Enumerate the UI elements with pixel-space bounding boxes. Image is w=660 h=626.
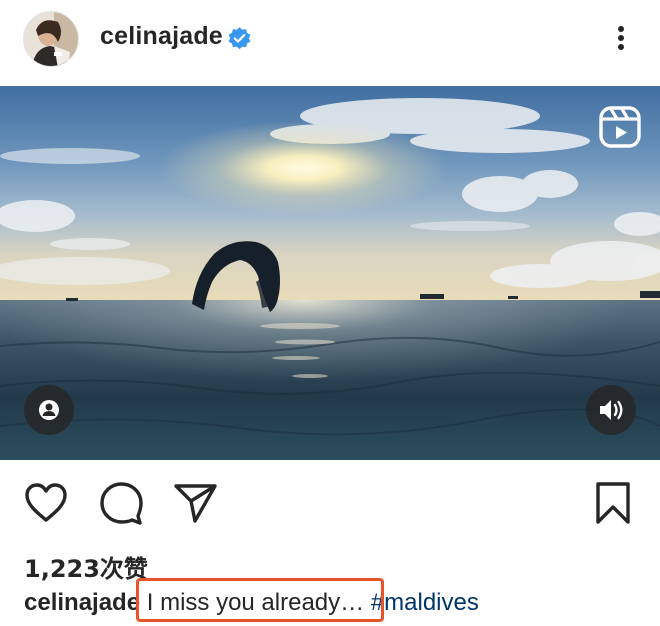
likes-count[interactable]: 1,223次赞 [24, 549, 148, 584]
post-video[interactable] [0, 86, 660, 460]
comment-button[interactable] [98, 480, 144, 526]
post-username[interactable]: celinajade [100, 22, 223, 51]
post-actions [0, 460, 660, 544]
more-vertical-icon [618, 26, 624, 32]
caption-username[interactable]: celinajade [24, 589, 140, 616]
save-button[interactable] [590, 480, 636, 526]
more-dot [618, 44, 624, 50]
video-frame [0, 86, 660, 460]
caption-highlight-annotation [136, 578, 384, 622]
user-tag-icon [39, 400, 59, 420]
tagged-users-button[interactable] [24, 385, 74, 435]
verified-badge-icon [228, 27, 251, 50]
more-dot [618, 35, 624, 41]
caption-hashtag[interactable]: #maldives [371, 589, 479, 616]
post-header: celinajade [0, 0, 660, 86]
avatar[interactable] [23, 11, 79, 67]
share-icon [174, 484, 217, 523]
share-button[interactable] [172, 480, 218, 526]
heart-icon [25, 483, 67, 522]
comment-icon [100, 482, 143, 525]
bookmark-icon [596, 482, 630, 524]
more-options-button[interactable] [608, 18, 634, 58]
reels-icon[interactable] [599, 106, 641, 148]
volume-button[interactable] [586, 385, 636, 435]
like-button[interactable] [23, 480, 69, 526]
avatar-image [24, 12, 78, 66]
volume-icon [600, 400, 623, 420]
